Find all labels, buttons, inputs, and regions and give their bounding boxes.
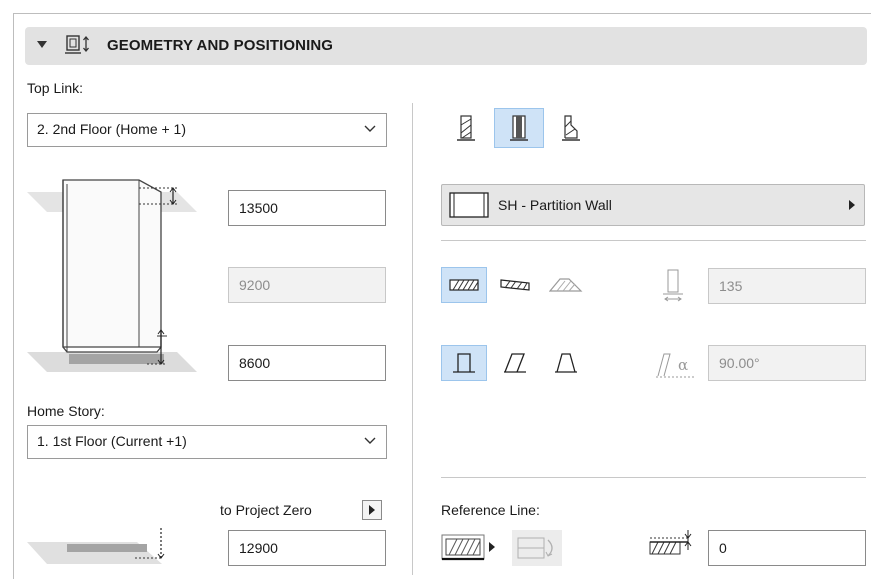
divider-1 [441, 240, 866, 241]
structure-basic-button[interactable] [441, 267, 487, 303]
divider-2 [441, 477, 866, 478]
reference-line-icon [441, 534, 495, 561]
wall-type-straight-button[interactable] [441, 108, 491, 148]
composite-wall-icon [510, 115, 528, 141]
collapse-triangle-icon[interactable] [37, 41, 47, 48]
vertical-wall-icon [453, 353, 475, 373]
flip-reference-line-button [512, 530, 562, 566]
section-header[interactable]: GEOMETRY AND POSITIONING [25, 27, 867, 65]
profile-name: SH - Partition Wall [498, 197, 612, 213]
double-slanted-wall-icon [555, 353, 577, 373]
thickness-icon [663, 269, 683, 302]
geometry-straight-button[interactable] [441, 345, 487, 381]
project-zero-label: to Project Zero [220, 502, 312, 518]
slant-angle-input: 90.00° [708, 345, 866, 381]
trapezoid-structure-icon [549, 278, 583, 292]
geometry-slanted-button[interactable] [492, 345, 538, 381]
section-title: GEOMETRY AND POSITIONING [107, 37, 334, 54]
composite-profile-selector[interactable]: SH - Partition Wall [441, 184, 865, 226]
geometry-double-slanted-button[interactable] [543, 345, 589, 381]
home-story-label: Home Story: [27, 403, 105, 419]
reference-line-label: Reference Line: [441, 502, 540, 518]
top-offset-input[interactable]: 13500 [228, 190, 386, 226]
flip-icon [517, 537, 553, 559]
geometry-positioning-icon [65, 35, 89, 54]
straight-wall-icon [457, 115, 475, 141]
project-zero-menu-button[interactable] [362, 500, 382, 520]
submenu-arrow-icon [849, 200, 855, 210]
column-divider [412, 103, 413, 575]
slanted-structure-icon [500, 279, 530, 291]
top-link-value: 2. 2nd Floor (Home + 1) [37, 121, 187, 137]
thickness-input: 135 [708, 268, 866, 304]
home-story-value: 1. 1st Floor (Current +1) [37, 433, 187, 449]
reference-offset-icon [649, 530, 692, 555]
reference-offset-input[interactable]: 0 [708, 530, 866, 566]
project-zero-input[interactable]: 12900 [228, 530, 386, 566]
basic-structure-icon [449, 279, 479, 291]
home-story-dropdown[interactable]: 1. 1st Floor (Current +1) [27, 425, 387, 459]
wall-height-input: 9200 [228, 267, 386, 303]
alpha-symbol: α [678, 356, 688, 374]
slant-angle-icon: α [656, 353, 696, 378]
slanted-wall-icon [504, 353, 526, 373]
wall-type-composite-button[interactable] [494, 108, 544, 148]
top-link-dropdown[interactable]: 2. 2nd Floor (Home + 1) [27, 113, 387, 147]
structure-trapezoid-button[interactable] [543, 267, 589, 303]
chevron-down-icon [364, 125, 376, 132]
wall-type-profile-button[interactable] [546, 108, 596, 148]
reference-line-position-button[interactable] [441, 530, 507, 566]
profile-wall-icon [562, 115, 580, 141]
structure-slanted-button[interactable] [492, 267, 538, 303]
bottom-offset-input[interactable]: 8600 [228, 345, 386, 381]
partition-wall-icon [449, 192, 489, 218]
wall-height-diagram-icon [27, 179, 197, 372]
project-zero-diagram-icon [27, 528, 165, 564]
chevron-down-icon [364, 437, 376, 444]
top-link-label: Top Link: [27, 80, 84, 96]
